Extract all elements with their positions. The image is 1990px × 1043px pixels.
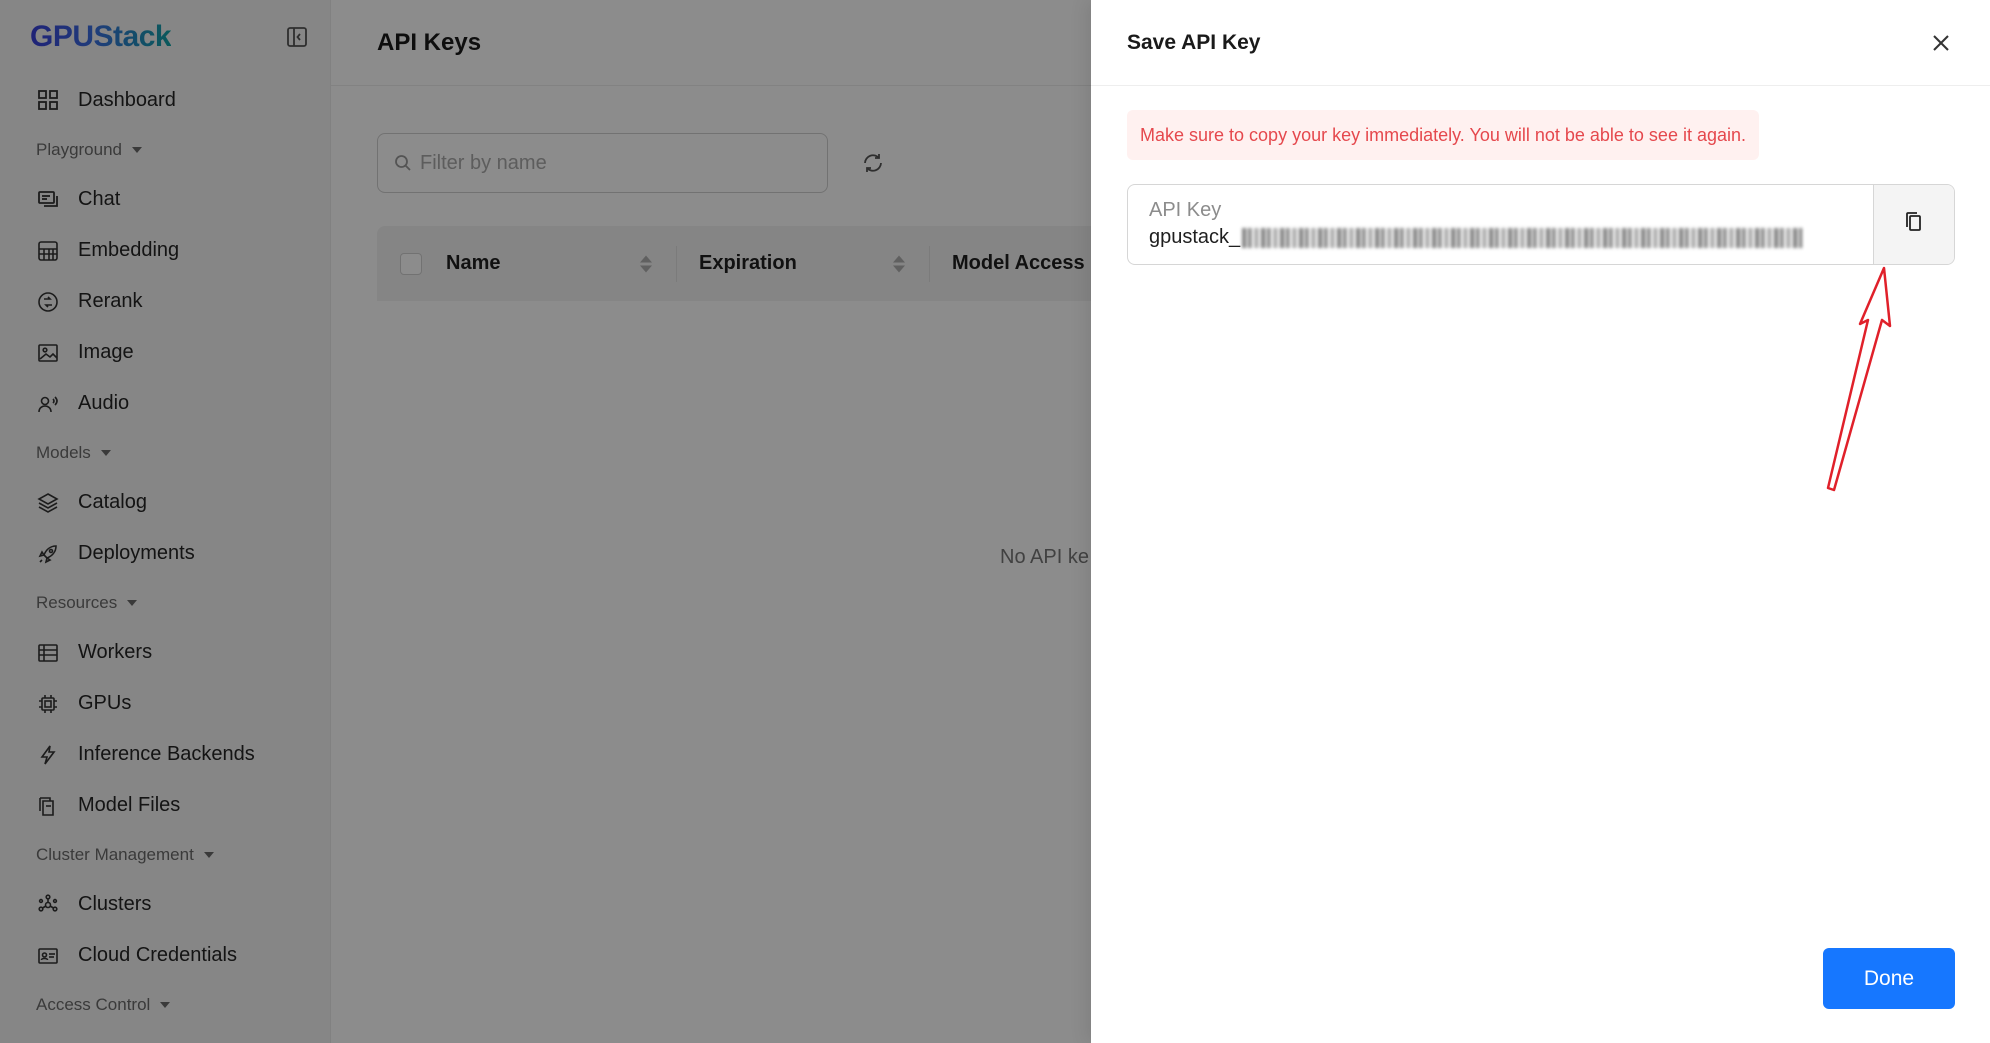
close-icon[interactable] — [1928, 30, 1954, 56]
done-button[interactable]: Done — [1823, 948, 1955, 1009]
annotation-arrow-icon — [1826, 266, 1892, 492]
copy-icon — [1904, 211, 1924, 238]
api-key-redacted — [1242, 227, 1803, 248]
drawer-mask[interactable] — [0, 0, 1091, 1043]
save-api-key-drawer: Save API Key Make sure to copy your key … — [1091, 0, 1990, 1043]
api-key-prefix: gpustack_ — [1149, 226, 1241, 248]
api-key-content: API Key gpustack_ — [1128, 185, 1873, 264]
api-key-value[interactable]: gpustack_ — [1149, 226, 1873, 249]
drawer-header: Save API Key — [1091, 0, 1990, 86]
warning-alert: Make sure to copy your key immediately. … — [1127, 110, 1759, 160]
alert-text: Make sure to copy your key immediately. … — [1140, 124, 1746, 145]
api-key-label: API Key — [1149, 199, 1222, 221]
copy-button[interactable] — [1873, 185, 1954, 264]
api-key-field: API Key gpustack_ — [1127, 184, 1955, 265]
drawer-title: Save API Key — [1127, 30, 1261, 54]
